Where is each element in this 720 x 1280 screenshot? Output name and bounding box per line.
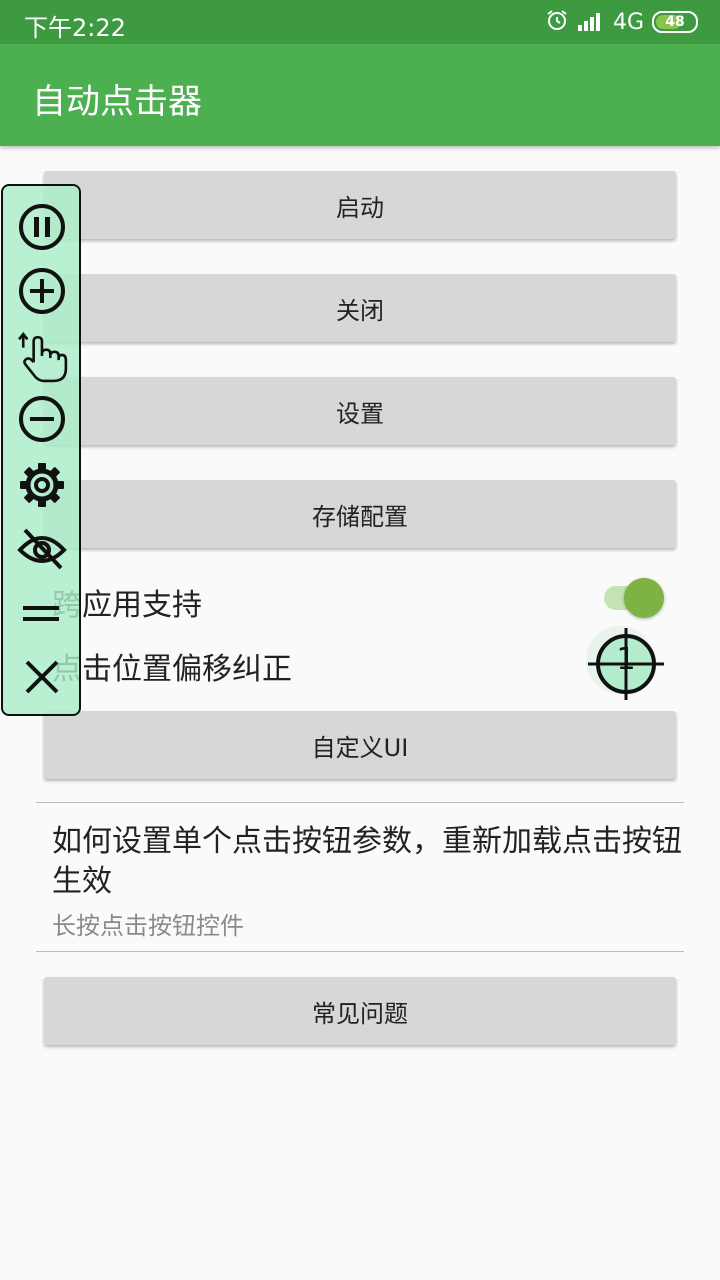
- custom-ui-button[interactable]: 自定义UI: [44, 711, 676, 779]
- status-time: 下午2:22: [24, 14, 126, 42]
- alarm-icon: [545, 8, 569, 36]
- cross-app-toggle[interactable]: [602, 578, 664, 618]
- network-type: 4G: [612, 9, 644, 35]
- divider: [36, 802, 684, 803]
- marker-number: 1: [616, 642, 636, 677]
- page-title: 自动点击器: [32, 82, 202, 122]
- faq-button[interactable]: 常见问题: [44, 977, 676, 1045]
- hide-eye-icon[interactable]: [17, 524, 67, 574]
- status-bar: 下午2:22 4G 48: [0, 0, 720, 44]
- settings-button[interactable]: 设置: [44, 377, 676, 445]
- signal-icon: [577, 9, 605, 35]
- close-button[interactable]: 关闭: [44, 274, 676, 342]
- offset-correction-label: 点击位置偏移纠正: [52, 652, 292, 687]
- battery-level: 48: [665, 14, 685, 30]
- tap-gesture-icon[interactable]: [17, 330, 68, 383]
- help-title[interactable]: 如何设置单个点击按钮参数，重新加载点击按钮生效: [52, 822, 692, 902]
- floating-toolbar: [1, 184, 81, 716]
- crosshair-marker[interactable]: 1: [584, 624, 668, 704]
- pause-icon[interactable]: [17, 202, 67, 252]
- help-subtitle: 长按点击按钮控件: [52, 912, 244, 940]
- gear-icon[interactable]: [17, 460, 67, 510]
- drag-handle-icon[interactable]: [17, 588, 67, 638]
- remove-icon[interactable]: [17, 394, 67, 444]
- battery-icon: 48: [652, 11, 698, 33]
- close-icon[interactable]: [17, 652, 67, 702]
- save-config-button[interactable]: 存储配置: [44, 480, 676, 548]
- status-icons: 4G 48: [545, 8, 698, 36]
- add-icon[interactable]: [17, 266, 67, 316]
- start-button[interactable]: 启动: [44, 171, 676, 239]
- divider: [36, 951, 684, 952]
- app-bar: 自动点击器: [0, 44, 720, 146]
